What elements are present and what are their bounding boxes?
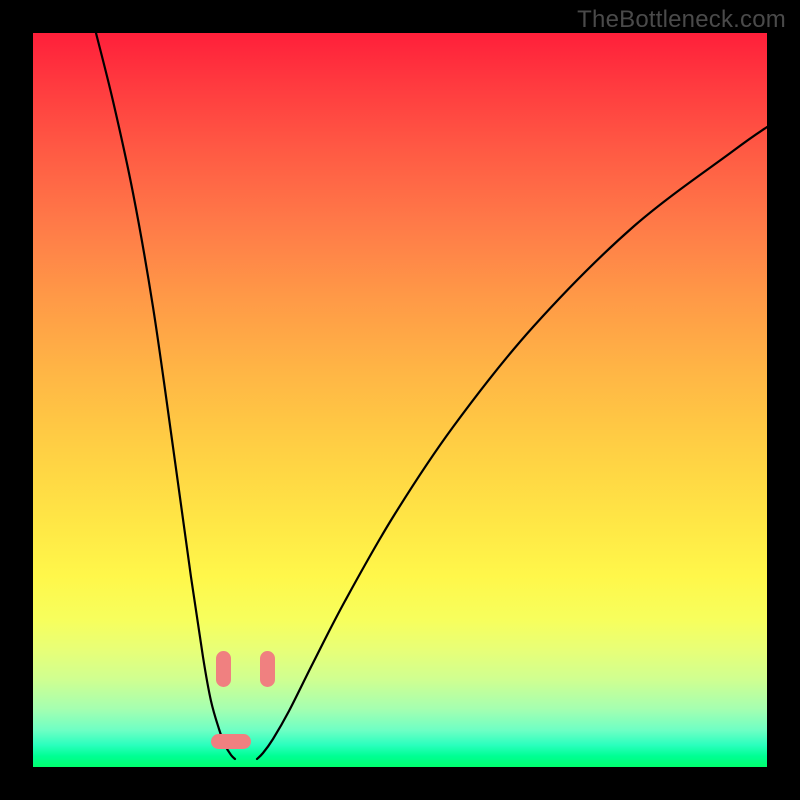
chart-frame: TheBottleneck.com xyxy=(0,0,800,800)
left-marker xyxy=(216,651,231,687)
curve-right-branch xyxy=(257,127,767,759)
right-marker xyxy=(260,651,275,687)
plot-area xyxy=(33,33,767,767)
bottom-marker xyxy=(211,734,251,749)
watermark-text: TheBottleneck.com xyxy=(577,6,786,34)
curve-svg xyxy=(33,33,767,767)
curve-left-branch xyxy=(96,33,235,759)
